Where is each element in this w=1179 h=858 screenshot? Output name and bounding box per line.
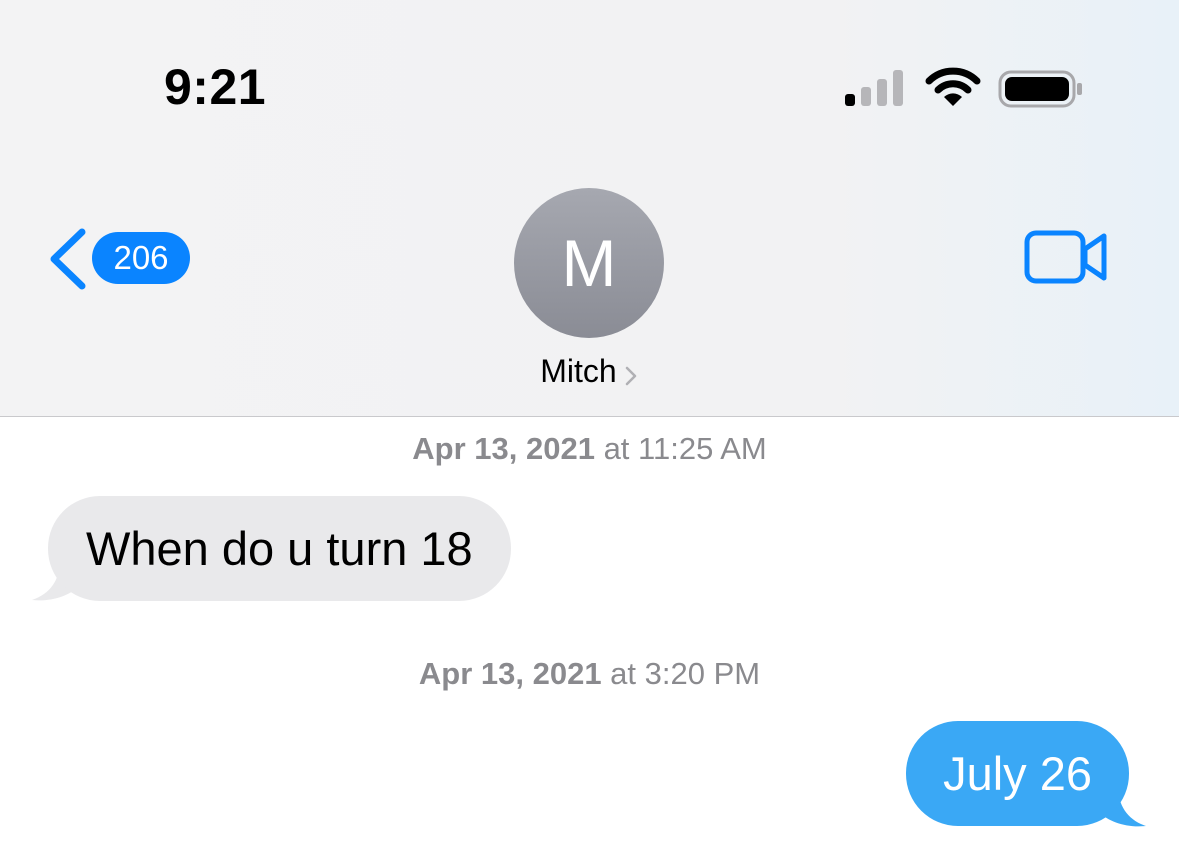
unread-count-badge: 206 <box>92 232 190 284</box>
back-button[interactable]: 206 <box>44 224 194 294</box>
message-timestamp: Apr 13, 2021 at 3:20 PM <box>0 656 1179 692</box>
conversation-header: 9:21 206 M Mitch <box>0 0 1179 417</box>
contact-name: Mitch <box>540 353 617 389</box>
timestamp-time: at 3:20 PM <box>601 656 761 691</box>
contact-info-link[interactable]: Mitch <box>0 353 1179 390</box>
wifi-icon <box>925 67 981 106</box>
status-time: 9:21 <box>164 59 267 115</box>
battery-icon <box>998 70 1082 108</box>
video-call-icon[interactable] <box>1024 228 1110 286</box>
timestamp-time: at 11:25 AM <box>594 431 767 466</box>
back-chevron-icon <box>50 228 86 290</box>
chevron-right-icon <box>625 366 636 386</box>
message-timestamp: Apr 13, 2021 at 11:25 AM <box>0 431 1179 467</box>
incoming-message-bubble[interactable]: When do u turn 18 <box>48 496 511 601</box>
cellular-signal-icon <box>845 70 907 106</box>
outgoing-message-bubble[interactable]: July 26 <box>906 721 1129 826</box>
timestamp-date: Apr 13, 2021 <box>418 656 602 691</box>
timestamp-date: Apr 13, 2021 <box>412 431 595 466</box>
contact-avatar[interactable]: M <box>514 188 664 338</box>
